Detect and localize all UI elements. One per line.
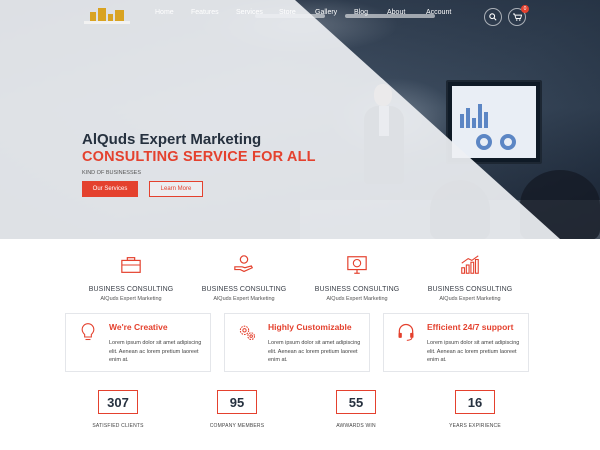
our-services-button[interactable]: Our Services [82,181,138,197]
counter-satisfied-clients: 307 SATISFIED CLIENTS [63,390,173,429]
service-subtitle: AlQuds Expert Marketing [439,296,501,302]
counter-value: 55 [336,390,376,414]
hero-tagline: KIND OF BUSINESSES [82,170,141,176]
service-item[interactable]: BUSINESS CONSULTING AlQuds Expert Market… [81,254,181,302]
feature-title: Efficient 24/7 support [427,322,514,332]
feature-card: Highly Customizable Lorem ipsum dolor si… [224,313,370,372]
service-subtitle: AlQuds Expert Marketing [213,296,275,302]
hero-subtitle: CONSULTING SERVICE FOR ALL [82,149,316,165]
nav-account[interactable]: Account [417,9,463,16]
service-subtitle: AlQuds Expert Marketing [100,296,162,302]
headset-icon [398,323,414,341]
nav-features[interactable]: Features [182,9,227,16]
counter-label: SATISFIED CLIENTS [92,423,144,429]
main-menu: Home Features Services Store Gallery Blo… [146,9,463,16]
counter-label: AWWARDS WIN [336,423,376,429]
counter-label: YEARS EXPIRIENCE [449,423,501,429]
cart-count-badge: 0 [521,5,529,13]
feature-card: We're Creative Lorem ipsum dolor sit ame… [65,313,211,372]
counter-value: 16 [455,390,495,414]
lightbulb-icon [81,323,95,341]
counter-value: 307 [98,390,138,414]
feature-text: Lorem ipsum dolor sit amet adipiscing el… [268,340,361,363]
feature-title: We're Creative [109,322,168,332]
service-subtitle: AlQuds Expert Marketing [326,296,388,302]
feature-title: Highly Customizable [268,322,352,332]
gears-icon [239,325,256,341]
hero-banner: Home Features Services Store Gallery Blo… [0,0,600,239]
counter-value: 95 [217,390,257,414]
nav-about[interactable]: About [378,9,417,16]
nav-services[interactable]: Services [227,9,270,16]
feature-text: Lorem ipsum dolor sit amet adipiscing el… [109,340,202,363]
feature-card: Efficient 24/7 support Lorem ipsum dolor… [383,313,529,372]
service-title: BUSINESS CONSULTING [314,286,400,293]
search-button[interactable] [484,8,502,26]
counter-awards-win: 55 AWWARDS WIN [301,390,411,429]
nav-blog[interactable]: Blog [345,9,378,16]
service-title: BUSINESS CONSULTING [427,286,513,293]
monitor-dollar-icon [347,256,367,274]
top-navigation: Home Features Services Store Gallery Blo… [0,0,600,30]
service-title: BUSINESS CONSULTING [88,286,174,293]
service-title: BUSINESS CONSULTING [201,286,287,293]
nav-store[interactable]: Store [270,9,306,16]
learn-more-button[interactable]: Learn More [149,181,203,197]
search-icon [489,13,497,21]
hero-title: AlQuds Expert Marketing [82,131,262,148]
nav-gallery[interactable]: Gallery [306,9,345,16]
nav-home[interactable]: Home [146,9,182,16]
counter-years-experience: 16 YEARS EXPIRIENCE [420,390,530,429]
cart-icon [512,13,522,21]
cart-button[interactable]: 0 [508,5,529,26]
briefcase-icon [121,257,141,273]
service-item[interactable]: BUSINESS CONSULTING AlQuds Expert Market… [420,254,520,302]
feature-text: Lorem ipsum dolor sit amet adipiscing el… [427,340,520,363]
service-item[interactable]: BUSINESS CONSULTING AlQuds Expert Market… [194,254,294,302]
site-logo[interactable] [84,6,130,24]
counter-label: COMPANY MEMBERS [209,423,265,429]
hand-coin-icon [234,255,254,273]
service-item[interactable]: BUSINESS CONSULTING AlQuds Expert Market… [307,254,407,302]
counter-company-members: 95 COMPANY MEMBERS [182,390,292,429]
growth-chart-icon [461,255,479,274]
